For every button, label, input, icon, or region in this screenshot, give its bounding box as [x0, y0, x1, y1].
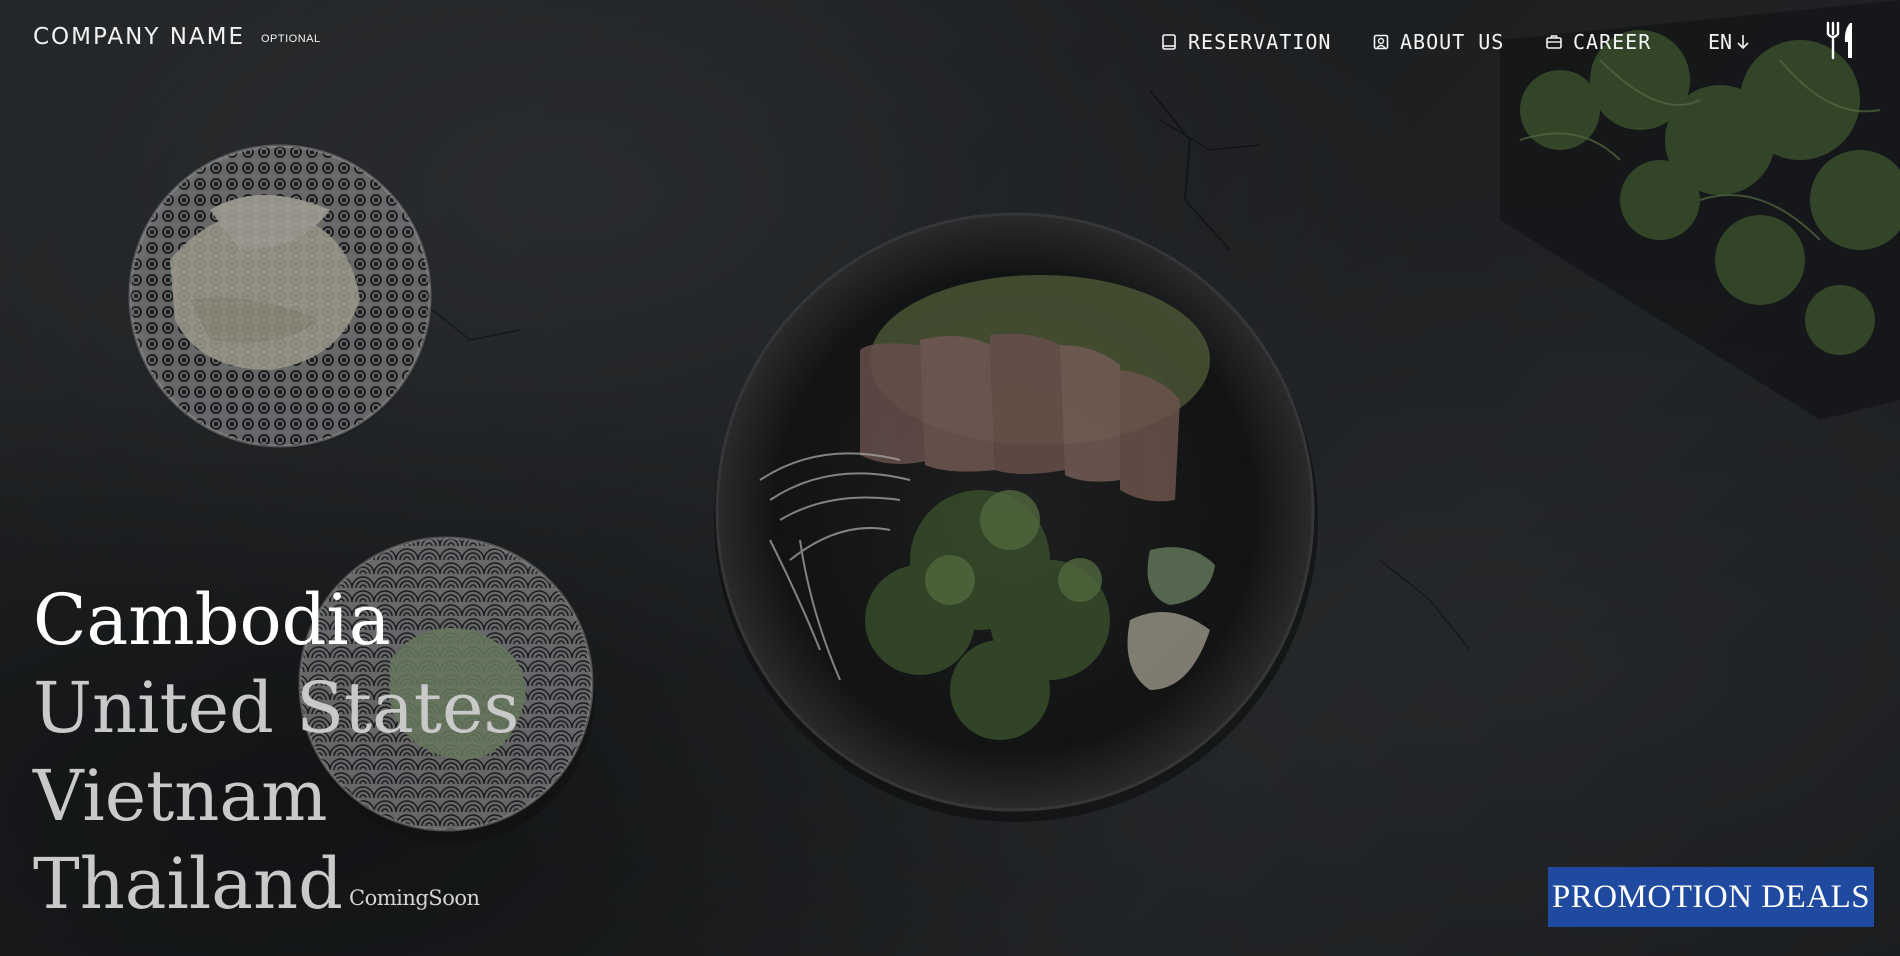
book-icon: [1162, 34, 1176, 50]
language-selector[interactable]: EN: [1708, 27, 1750, 57]
country-cambodia[interactable]: Cambodia: [33, 576, 519, 664]
briefcase-icon: [1546, 35, 1562, 49]
promotion-deals-button[interactable]: PROMOTION DEALS: [1548, 867, 1874, 927]
fork-knife-icon[interactable]: [1824, 20, 1858, 62]
language-label: EN: [1708, 30, 1733, 54]
country-united-states[interactable]: United States: [33, 664, 519, 752]
coming-soon-label: ComingSoon: [349, 886, 480, 910]
nav-career[interactable]: CAREER: [1545, 27, 1651, 57]
user-badge-icon: [1373, 34, 1389, 50]
nav-about-us-label: ABOUT US: [1400, 30, 1505, 54]
nav-reservation[interactable]: RESERVATION: [1160, 27, 1331, 57]
arrow-down-icon: [1737, 35, 1749, 50]
country-vietnam[interactable]: Vietnam: [33, 752, 519, 840]
brand-name[interactable]: COMPANY NAME: [33, 24, 245, 50]
nav-about-us[interactable]: ABOUT US: [1372, 27, 1504, 57]
country-list: Cambodia United States Vietnam Thailand: [33, 576, 519, 928]
nav-career-label: CAREER: [1573, 30, 1652, 54]
brand-tagline: OPTIONAL: [261, 33, 321, 45]
country-thailand[interactable]: Thailand: [33, 840, 519, 928]
nav-reservation-label: RESERVATION: [1188, 30, 1332, 54]
